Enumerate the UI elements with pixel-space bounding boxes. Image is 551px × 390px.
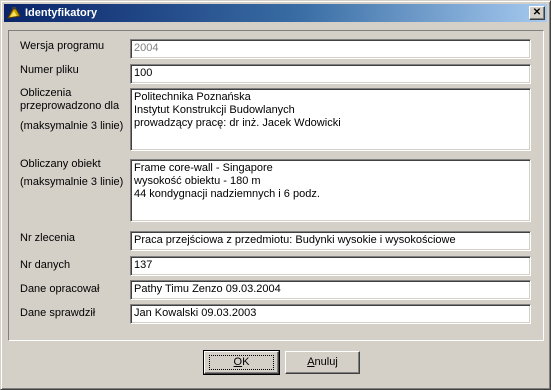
checked-by-field[interactable]: Jan Kowalski 09.03.2003 bbox=[130, 304, 531, 324]
prepared-by-label: Dane opracował bbox=[20, 283, 100, 295]
object-label-hint: (maksymalnie 3 linie) bbox=[20, 176, 124, 188]
computations-field[interactable]: Politechnika Poznańska Instytut Konstruk… bbox=[130, 88, 531, 151]
title-bar[interactable]: Identyfikatory ✕ bbox=[4, 4, 547, 22]
window-title: Identyfikatory bbox=[25, 7, 98, 19]
app-icon bbox=[7, 7, 21, 19]
computations-label-line1: Obliczenia bbox=[20, 87, 72, 99]
dialog-window: Identyfikatory ✕ Wersja programu 2004 Nu… bbox=[0, 0, 551, 390]
order-number-field[interactable]: Praca przejściowa z przedmiotu: Budynki … bbox=[130, 231, 531, 251]
computations-label-line2: przeprowadzono dla bbox=[20, 100, 120, 112]
close-icon: ✕ bbox=[532, 7, 542, 18]
cancel-label-rest: nuluj bbox=[314, 356, 338, 368]
close-button[interactable]: ✕ bbox=[529, 6, 545, 20]
version-field: 2004 bbox=[130, 39, 531, 59]
order-number-label: Nr zlecenia bbox=[20, 232, 76, 244]
version-label: Wersja programu bbox=[20, 40, 105, 52]
computations-label-hint: (maksymalnie 3 linie) bbox=[20, 120, 124, 132]
object-field[interactable]: Frame core-wall - Singapore wysokość obi… bbox=[130, 159, 531, 222]
file-number-label: Numer pliku bbox=[20, 64, 79, 76]
cancel-button[interactable]: Anuluj bbox=[285, 351, 360, 374]
data-number-label: Nr danych bbox=[20, 259, 71, 271]
object-label-line1: Obliczany obiekt bbox=[20, 158, 101, 170]
checked-by-label: Dane sprawdził bbox=[20, 307, 96, 319]
ok-button[interactable]: OK bbox=[203, 350, 280, 375]
data-number-field[interactable]: 137 bbox=[130, 256, 531, 276]
prepared-by-field[interactable]: Pathy Timu Zenzo 09.03.2004 bbox=[130, 280, 531, 300]
cancel-accelerator: A bbox=[307, 356, 315, 368]
focus-rectangle bbox=[209, 355, 274, 370]
file-number-field[interactable]: 100 bbox=[130, 64, 531, 84]
